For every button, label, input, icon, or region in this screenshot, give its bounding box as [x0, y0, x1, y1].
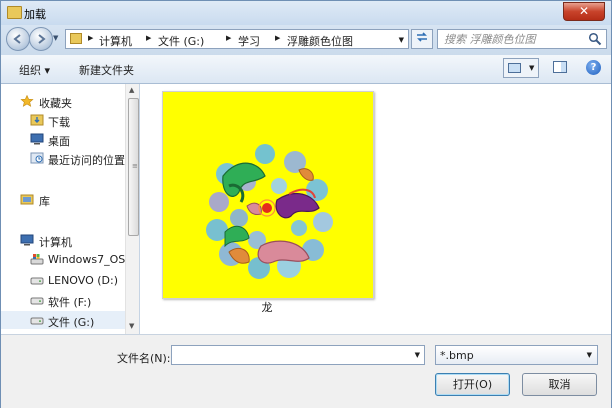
- back-arrow-icon: [13, 34, 21, 44]
- breadcrumb-current-folder[interactable]: 浮雕颜色位图: [287, 33, 353, 49]
- organize-button[interactable]: 组织 ▾: [19, 62, 50, 78]
- app-icon: [7, 6, 22, 19]
- sidebar-item-label: 最近访问的位置: [48, 154, 125, 167]
- filename-label: 文件名(N):: [117, 352, 171, 365]
- open-button[interactable]: 打开(O): [435, 373, 510, 396]
- grip-icon: ≡: [132, 162, 138, 170]
- search-input[interactable]: [442, 31, 586, 48]
- sidebar-item-libraries[interactable]: 库: [1, 190, 125, 208]
- breadcrumb-computer[interactable]: 计算机: [99, 33, 132, 49]
- sidebar-item-label: 库: [39, 195, 50, 208]
- file-list-pane: 龙: [140, 84, 611, 334]
- filename-combobox[interactable]: ▼: [171, 345, 425, 365]
- sidebar-item-files-g[interactable]: 文件 (G:): [1, 311, 125, 329]
- dialog-footer: 文件名(N): ▼ *.bmp ▼ 打开(O) 取消: [1, 334, 611, 408]
- recent-pages-dropdown-icon[interactable]: ▼: [53, 34, 58, 42]
- file-thumbnail[interactable]: [162, 91, 374, 299]
- library-icon: [20, 194, 34, 205]
- back-button[interactable]: [6, 27, 30, 51]
- sidebar-item-lenovo-d[interactable]: LENOVO (D:): [1, 271, 125, 289]
- sidebar-item-label: 桌面: [48, 135, 70, 148]
- scrollbar-thumb[interactable]: ≡: [128, 98, 139, 236]
- sidebar-item-software-f[interactable]: 软件 (F:): [1, 291, 125, 309]
- sidebar-item-label: LENOVO (D:): [48, 274, 119, 287]
- address-bar[interactable]: ▶ 计算机 ▶ 文件 (G:) ▶ 学习 ▶ 浮雕颜色位图 ▼: [65, 29, 409, 49]
- desktop-icon: [30, 133, 44, 145]
- sidebar-item-favorites[interactable]: 收藏夹: [1, 92, 125, 110]
- computer-icon: [20, 234, 34, 246]
- sidebar-item-label: 收藏夹: [39, 97, 72, 110]
- view-icon: [508, 63, 521, 73]
- sidebar-item-desktop[interactable]: 桌面: [1, 130, 125, 148]
- folder-icon: [70, 33, 82, 44]
- system-drive-icon: [30, 254, 44, 265]
- search-icon[interactable]: [588, 32, 602, 46]
- refresh-icon: [417, 32, 427, 42]
- file-type-select[interactable]: *.bmp ▼: [435, 345, 598, 365]
- address-row: ▼ ▶ 计算机 ▶ 文件 (G:) ▶ 学习 ▶ 浮雕颜色位图 ▼: [1, 25, 611, 55]
- preview-pane-icon[interactable]: [552, 59, 568, 75]
- chevron-right-icon[interactable]: ▶: [275, 34, 280, 42]
- cancel-button[interactable]: 取消: [522, 373, 597, 396]
- dragon-medallion-image: [206, 144, 333, 279]
- scroll-up-icon[interactable]: ▲: [129, 86, 134, 94]
- download-folder-icon: [30, 114, 44, 126]
- navigation-pane: 收藏夹 下载 桌面 最近访问的位置 库 计算机 Windows7_OS ( LE…: [1, 84, 140, 334]
- sidebar-item-computer[interactable]: 计算机: [1, 231, 125, 249]
- filename-input[interactable]: [175, 347, 403, 365]
- chevron-down-icon[interactable]: ▼: [587, 351, 592, 359]
- search-field[interactable]: [437, 29, 607, 49]
- breadcrumb-drive-g[interactable]: 文件 (G:): [158, 33, 204, 49]
- forward-arrow-icon: [38, 34, 46, 44]
- close-button[interactable]: ✕: [563, 2, 605, 21]
- scroll-down-icon[interactable]: ▼: [129, 322, 134, 330]
- sidebar-item-label: 文件 (G:): [48, 316, 95, 329]
- title-bar: 加载 ✕: [1, 1, 611, 25]
- chevron-down-icon[interactable]: ▼: [415, 351, 420, 359]
- drive-icon: [30, 317, 44, 325]
- sidebar-item-label: Windows7_OS (: [48, 253, 134, 266]
- sidebar-item-label: 软件 (F:): [48, 296, 92, 309]
- breadcrumb-study[interactable]: 学习: [238, 33, 260, 49]
- recent-places-icon: [30, 152, 44, 164]
- change-view-button[interactable]: ▼: [503, 58, 539, 78]
- sidebar-item-label: 计算机: [39, 236, 72, 249]
- chevron-right-icon[interactable]: ▶: [88, 34, 93, 42]
- help-button[interactable]: ?: [586, 60, 601, 75]
- sidebar-item-windows7-os[interactable]: Windows7_OS (: [1, 250, 133, 268]
- file-name-label[interactable]: 龙: [162, 299, 372, 315]
- sidebar-item-downloads[interactable]: 下载: [1, 111, 125, 129]
- chevron-down-icon[interactable]: ▼: [529, 64, 534, 72]
- chevron-right-icon[interactable]: ▶: [146, 34, 151, 42]
- address-history-dropdown-icon[interactable]: ▼: [399, 36, 404, 44]
- chevron-right-icon[interactable]: ▶: [226, 34, 231, 42]
- drive-icon: [30, 277, 44, 285]
- drive-icon: [30, 297, 44, 305]
- star-icon: [20, 95, 34, 107]
- open-file-dialog: 加载 ✕ ▼ ▶ 计算机 ▶ 文件 (G:) ▶ 学习 ▶ 浮雕颜色位图 ▼ 搜…: [0, 0, 612, 408]
- sidebar-item-label: 下载: [48, 116, 70, 129]
- window-title: 加载: [24, 8, 46, 21]
- forward-button[interactable]: [29, 27, 53, 51]
- file-type-value: *.bmp: [440, 349, 474, 362]
- nav-pane-scrollbar[interactable]: ▲ ≡ ▼: [125, 84, 139, 334]
- command-toolbar: 组织 ▾ 新建文件夹 ▼ ?: [1, 55, 611, 84]
- refresh-button[interactable]: [411, 29, 433, 49]
- new-folder-button[interactable]: 新建文件夹: [79, 62, 134, 78]
- sidebar-item-recent-places[interactable]: 最近访问的位置: [1, 149, 125, 167]
